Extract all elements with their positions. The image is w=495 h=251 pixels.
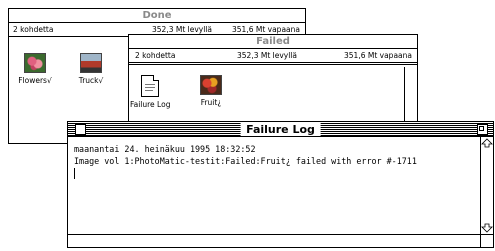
log-text-area[interactable]: maanantai 24. heinäkuu 1995 18:32:52 Ima…	[74, 143, 417, 179]
failed-window-title[interactable]: Failed	[129, 35, 417, 49]
file-label: Failure Log	[130, 100, 171, 109]
failure-log-window[interactable]: Failure Log maanantai 24. heinäkuu 1995 …	[67, 121, 494, 248]
log-vertical-scrollbar[interactable]	[480, 137, 493, 234]
log-horizontal-scrollbar[interactable]	[68, 234, 480, 247]
close-box-icon[interactable]	[75, 124, 86, 135]
photo-fruit-icon	[200, 75, 222, 95]
file-icon-failure-log[interactable]: Failure Log	[130, 75, 170, 109]
log-line-error: Image vol 1:PhotoMatic-testit:Failed:Fru…	[74, 156, 417, 166]
failure-log-title: Failure Log	[240, 123, 321, 136]
file-label: Fruit¿	[200, 98, 222, 107]
zoom-box-icon[interactable]	[477, 124, 488, 135]
failed-disk-used: 352,3 Mt levyllä	[237, 51, 297, 60]
scroll-up-arrow-icon[interactable]	[481, 137, 493, 149]
file-icon-fruit[interactable]: Fruit¿	[191, 75, 231, 107]
failed-info-bar: 2 kohdetta 352,3 Mt levyllä 351,6 Mt vap…	[129, 49, 417, 65]
failure-log-title-bar[interactable]: Failure Log	[68, 122, 493, 137]
log-line-timestamp: maanantai 24. heinäkuu 1995 18:32:52	[74, 144, 256, 154]
document-icon	[141, 75, 159, 97]
file-icon-truck[interactable]: Truck√	[71, 53, 111, 85]
done-window-title[interactable]: Done	[9, 9, 305, 23]
grow-box-icon[interactable]	[480, 234, 493, 247]
done-items-count: 2 kohdetta	[13, 25, 54, 34]
photo-flowers-icon	[24, 53, 46, 73]
text-cursor	[74, 168, 75, 179]
failed-disk-free: 351,6 Mt vapaana	[344, 51, 412, 60]
file-label: Flowers√	[18, 76, 52, 85]
file-icon-flowers[interactable]: Flowers√	[15, 53, 55, 85]
photo-truck-icon	[80, 53, 102, 73]
file-label: Truck√	[78, 76, 104, 85]
failed-window[interactable]: Failed 2 kohdetta 352,3 Mt levyllä 351,6…	[128, 34, 418, 134]
scroll-down-arrow-icon[interactable]	[481, 222, 493, 234]
failed-items-count: 2 kohdetta	[135, 51, 176, 60]
